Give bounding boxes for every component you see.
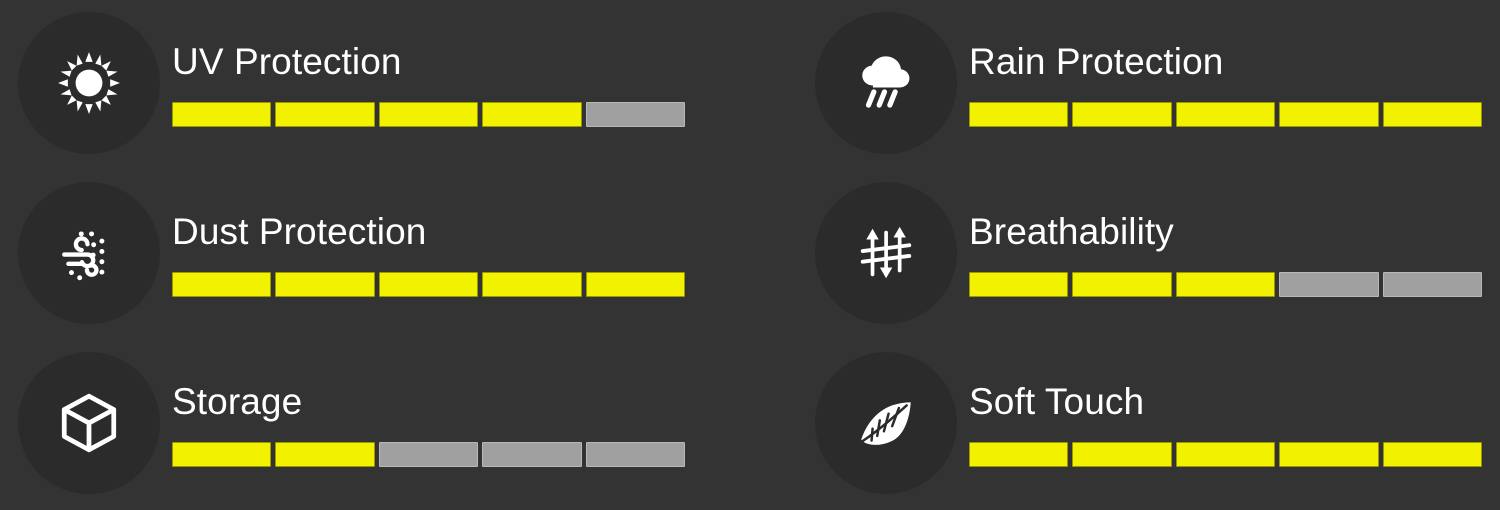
- rating-segment[interactable]: [1279, 271, 1379, 297]
- feature-label: Dust Protection: [172, 211, 427, 253]
- sun-icon: [18, 12, 160, 154]
- feature-label: UV Protection: [172, 41, 402, 83]
- rating-segment[interactable]: [172, 441, 272, 467]
- rating-bar[interactable]: [172, 441, 686, 467]
- rating-segment[interactable]: [1072, 271, 1172, 297]
- feature-body: Soft Touch: [969, 352, 1500, 494]
- rating-segment[interactable]: [482, 441, 582, 467]
- feature-body: Rain Protection: [969, 12, 1500, 154]
- feature-body: Breathability: [969, 182, 1500, 324]
- feature-row: Soft Touch: [815, 348, 1500, 498]
- feature-body: UV Protection: [172, 12, 718, 154]
- rating-segment[interactable]: [275, 101, 375, 127]
- cloud-rain-icon: [815, 12, 957, 154]
- feature-label: Soft Touch: [969, 381, 1145, 423]
- rating-segment[interactable]: [482, 101, 582, 127]
- feature-row: UV Protection: [18, 8, 718, 158]
- rating-segment[interactable]: [1175, 101, 1276, 127]
- feature-row: Storage: [18, 348, 718, 498]
- rating-segment[interactable]: [482, 271, 582, 297]
- rating-bar[interactable]: [172, 101, 686, 127]
- rating-segment[interactable]: [1072, 441, 1172, 467]
- rating-bar[interactable]: [969, 101, 1483, 127]
- cube-box-icon: [18, 352, 160, 494]
- rating-segment[interactable]: [1175, 441, 1276, 467]
- rating-segment[interactable]: [969, 441, 1069, 467]
- rating-bar[interactable]: [969, 271, 1483, 297]
- rating-segment[interactable]: [585, 271, 686, 297]
- rating-bar[interactable]: [969, 441, 1483, 467]
- rating-bar[interactable]: [172, 271, 686, 297]
- rating-segment[interactable]: [1279, 101, 1379, 127]
- feature-row: Rain Protection: [815, 8, 1500, 158]
- feature-label: Breathability: [969, 211, 1174, 253]
- rating-segment[interactable]: [378, 101, 479, 127]
- feature-label: Storage: [172, 381, 303, 423]
- rating-segment[interactable]: [1279, 441, 1379, 467]
- feature-body: Dust Protection: [172, 182, 718, 324]
- feather-icon: [815, 352, 957, 494]
- rating-segment[interactable]: [969, 271, 1069, 297]
- rating-segment[interactable]: [1072, 101, 1172, 127]
- feature-rating-panel: UV Protection Rain Protection Dust Prote…: [0, 0, 1500, 510]
- feature-body: Storage: [172, 352, 718, 494]
- feature-row: Breathability: [815, 178, 1500, 328]
- rating-segment[interactable]: [275, 441, 375, 467]
- airflow-arrows-icon: [815, 182, 957, 324]
- rating-segment[interactable]: [585, 441, 686, 467]
- rating-segment[interactable]: [275, 271, 375, 297]
- rating-segment[interactable]: [1382, 441, 1483, 467]
- rating-segment[interactable]: [172, 101, 272, 127]
- rating-segment[interactable]: [1382, 101, 1483, 127]
- rating-segment[interactable]: [1175, 271, 1276, 297]
- feature-label: Rain Protection: [969, 41, 1224, 83]
- rating-segment[interactable]: [585, 101, 686, 127]
- feature-row: Dust Protection: [18, 178, 718, 328]
- rating-segment[interactable]: [969, 101, 1069, 127]
- rating-segment[interactable]: [1382, 271, 1483, 297]
- rating-segment[interactable]: [378, 441, 479, 467]
- wind-dust-icon: [18, 182, 160, 324]
- rating-segment[interactable]: [172, 271, 272, 297]
- rating-segment[interactable]: [378, 271, 479, 297]
